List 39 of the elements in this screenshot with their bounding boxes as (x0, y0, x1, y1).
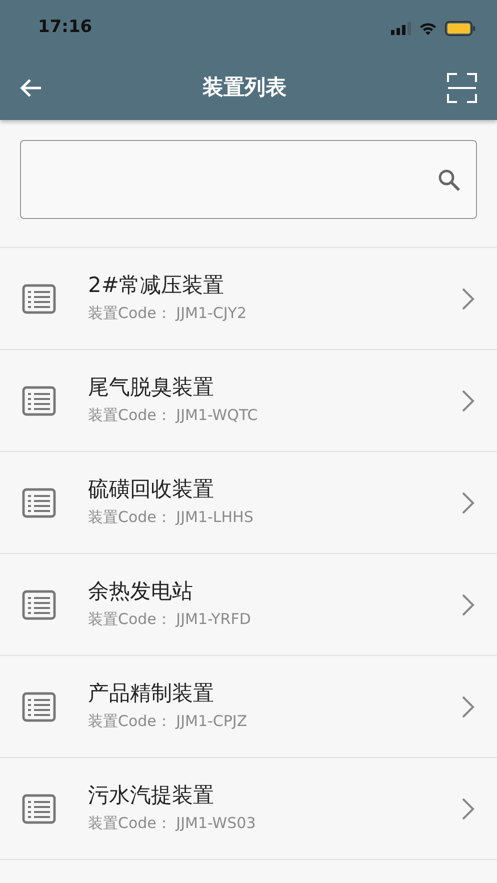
chevron-icon (461, 286, 475, 310)
device-name: 污水汽提装置 (88, 782, 215, 808)
list-icon (22, 488, 56, 518)
device-name: 尾气脱臭装置 (88, 374, 215, 400)
signal-icon (391, 22, 411, 34)
search-field[interactable] (20, 140, 477, 219)
device-list-item[interactable]: 余热发电站 装置Code： JJM1-YRFD (0, 554, 497, 656)
device-code: 装置Code： JJM1-YRFD (88, 608, 252, 630)
device-list-item[interactable]: 硫磺回收装置 装置Code： JJM1-LHHS (0, 452, 497, 554)
scan-icon[interactable] (447, 73, 477, 103)
device-name: 硫磺回收装置 (88, 476, 215, 502)
device-list-item[interactable]: 尾气脱臭装置 装置Code： JJM1-WQTC (0, 350, 497, 452)
device-code: 装置Code： JJM1-CJY2 (88, 302, 248, 324)
list-icon (22, 386, 56, 416)
list-icon (22, 692, 56, 722)
device-list-item[interactable]: 2#常减压装置 装置Code： JJM1-CJY2 (0, 248, 497, 350)
device-code: 装置Code： JJM1-WS03 (88, 812, 257, 834)
list-icon (22, 284, 56, 314)
battery-icon (445, 20, 475, 36)
device-code: 装置Code： JJM1-WQTC (88, 404, 259, 426)
list-icon (22, 794, 56, 824)
device-name: 余热发电站 (88, 578, 194, 604)
chevron-icon (461, 388, 475, 412)
chevron-icon (461, 796, 475, 820)
page-title: 装置列表 (202, 74, 286, 102)
chevron-icon (461, 694, 475, 718)
search-icon[interactable] (438, 168, 460, 190)
device-code: 装置Code： JJM1-LHHS (88, 506, 254, 528)
chevron-icon (461, 592, 475, 616)
wifi-icon (419, 22, 437, 34)
back-arrow-icon[interactable] (20, 78, 42, 98)
device-name: 2#常减压装置 (88, 272, 225, 298)
list-icon (22, 590, 56, 620)
device-code: 装置Code： JJM1-CPJZ (88, 710, 248, 732)
device-list-item[interactable]: 污水汽提装置 装置Code： JJM1-WS03 (0, 758, 497, 860)
status-time: 17:16 (38, 16, 92, 40)
device-name: 产品精制装置 (88, 680, 215, 706)
device-list-item[interactable]: 产品精制装置 装置Code： JJM1-CPJZ (0, 656, 497, 758)
chevron-icon (461, 490, 475, 514)
